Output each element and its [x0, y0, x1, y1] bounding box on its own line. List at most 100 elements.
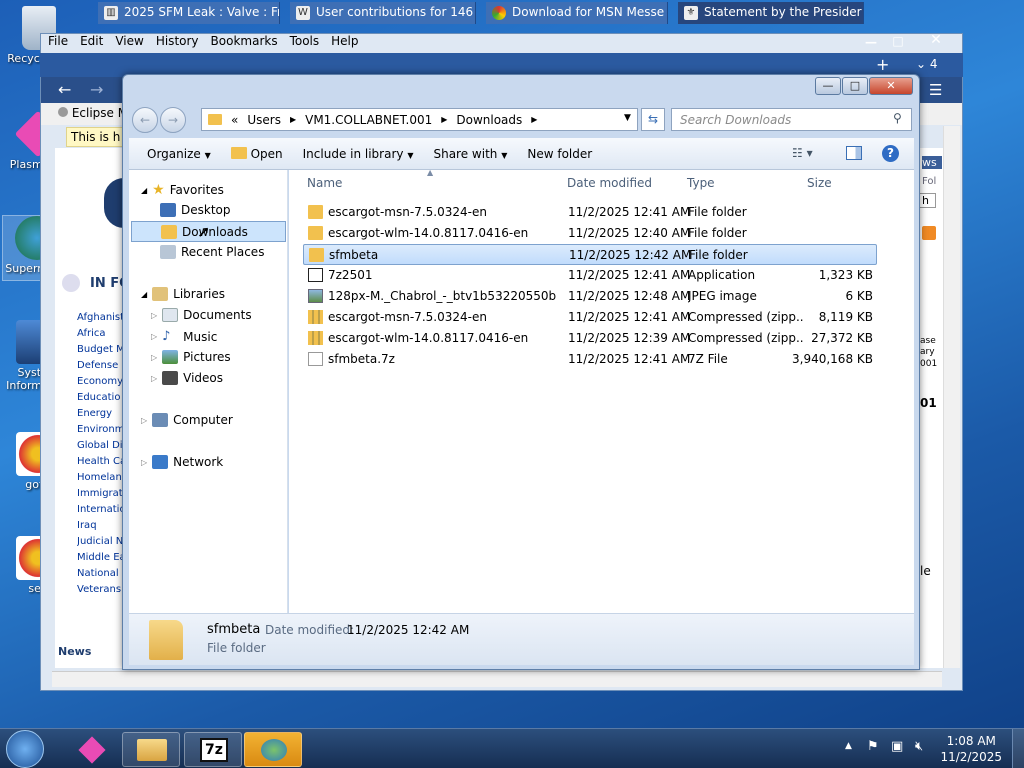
column-header-type[interactable]: Type	[687, 176, 715, 190]
sidebar-link[interactable]: Environm	[77, 424, 123, 435]
share-with-button[interactable]: Share with ▼	[423, 147, 517, 161]
sidebar-link[interactable]: Internatio	[77, 504, 123, 515]
new-tab-button[interactable]: +	[876, 55, 889, 74]
include-in-library-button[interactable]: Include in library ▼	[293, 147, 424, 161]
breadcrumb-vm1[interactable]: VM1.COLLABNET.001	[305, 113, 432, 127]
file-row[interactable]: sfmbeta.7z 11/2/2025 12:41 AM 7Z File 3,940…	[303, 349, 877, 370]
search-input[interactable]: Search Downloads	[671, 108, 912, 131]
forward-button[interactable]: →	[90, 80, 103, 99]
taskbar-plasmafox[interactable]	[62, 732, 120, 767]
browser-minimize-button[interactable]: —	[858, 35, 884, 51]
network-status-icon[interactable]: ▣	[891, 739, 903, 754]
sidebar-link[interactable]: Energy	[77, 408, 123, 419]
close-button[interactable]: ✕	[869, 77, 913, 95]
browser-tab[interactable]: Download for MSN Messe	[486, 2, 668, 24]
sidebar-link[interactable]: Budget M	[77, 344, 123, 355]
file-row[interactable]: escargot-wlm-14.0.8117.0416-en 11/2/2025 …	[303, 328, 877, 349]
system-clock[interactable]: 1:08 AM 11/2/2025	[940, 733, 1002, 765]
rss-icon[interactable]	[922, 226, 936, 240]
menu-help[interactable]: Help	[331, 34, 358, 52]
menu-tools[interactable]: Tools	[290, 34, 320, 52]
file-row[interactable]: escargot-msn-7.5.0324-en 11/2/2025 12:41 …	[303, 202, 877, 223]
help-icon[interactable]: ?	[882, 145, 899, 162]
browser-tab-active[interactable]: ⚜ Statement by the Presider	[678, 2, 864, 24]
taskbar-explorer[interactable]	[122, 732, 180, 767]
start-button[interactable]	[6, 730, 44, 768]
sidebar-link[interactable]: Global Di	[77, 440, 123, 451]
page-horizontal-scrollbar[interactable]	[52, 671, 942, 687]
address-bar[interactable]: « Users ▶ VM1.COLLABNET.001 ▶ Downloads …	[201, 108, 638, 131]
browser-tab[interactable]: ▥ 2025 SFM Leak : Valve : Fre	[98, 2, 280, 24]
sidebar-link[interactable]: Economy	[77, 376, 123, 387]
sidebar-link[interactable]: Educatio	[77, 392, 123, 403]
sidebar-link[interactable]: Veterans	[77, 584, 123, 595]
breadcrumb-users[interactable]: Users	[247, 113, 281, 127]
sidebar-link[interactable]: Defense	[77, 360, 123, 371]
nav-recent-places[interactable]: Recent Places	[160, 245, 264, 259]
file-row[interactable]: escargot-wlm-14.0.8117.0416-en 11/2/2025 …	[303, 223, 877, 244]
nav-videos[interactable]: ▷ Videos	[151, 371, 223, 385]
show-hidden-icons[interactable]: ▲	[845, 741, 852, 751]
sidebar-link[interactable]: Immigrati	[77, 488, 123, 499]
menu-view[interactable]: View	[115, 34, 143, 52]
page-vertical-scrollbar[interactable]	[943, 126, 960, 668]
sidebar-link[interactable]: Health Ca	[77, 456, 123, 467]
sidebar-link[interactable]: Iraq	[77, 520, 123, 531]
column-header-name[interactable]: Name	[307, 176, 342, 190]
nav-pictures[interactable]: ▷ Pictures	[151, 350, 231, 364]
view-options-icon[interactable]: ☷ ▾	[792, 146, 813, 160]
open-button[interactable]: Open	[221, 146, 293, 161]
nav-documents[interactable]: ▷ Documents	[151, 308, 252, 322]
taskbar-messenger[interactable]	[244, 732, 302, 767]
nav-desktop[interactable]: Desktop	[160, 203, 231, 217]
menu-file[interactable]: File	[48, 34, 68, 52]
browser-maximize-button[interactable]: □	[886, 34, 910, 50]
action-center-flag-icon[interactable]: ⚑	[867, 739, 879, 754]
explorer-forward-button[interactable]: →	[160, 107, 186, 133]
hamburger-menu-icon[interactable]: ☰	[929, 81, 942, 99]
refresh-button[interactable]: ⇆	[641, 108, 665, 131]
sidebar-link[interactable]: Africa	[77, 328, 123, 339]
sidebar-link[interactable]: Judicial N	[77, 536, 123, 547]
show-desktop-button[interactable]	[1012, 729, 1024, 768]
volume-muted-icon[interactable]: 🔇︎	[915, 739, 923, 754]
column-header-date[interactable]: Date modified	[567, 176, 652, 190]
preview-pane-icon[interactable]	[846, 146, 862, 160]
sidebar-link[interactable]: National S	[77, 568, 123, 579]
new-folder-button[interactable]: New folder	[517, 147, 602, 161]
breadcrumb-downloads[interactable]: Downloads	[456, 113, 522, 127]
address-dropdown-button[interactable]: ▼	[624, 113, 631, 123]
file-row[interactable]: 7z2501 11/2/2025 12:41 AM Application 1,323…	[303, 265, 877, 286]
file-row[interactable]: 128px-M._Chabrol_-_btv1b53220550b 11/2/20…	[303, 286, 877, 307]
taskbar-7zip[interactable]: 7z	[184, 732, 242, 767]
organize-button[interactable]: Organize ▼	[129, 147, 221, 161]
explorer-back-button[interactable]: ←	[132, 107, 158, 133]
sidebar-link[interactable]: Middle Ea	[77, 552, 123, 563]
menu-edit[interactable]: Edit	[80, 34, 103, 52]
file-row[interactable]: escargot-msn-7.5.0324-en 11/2/2025 12:41 …	[303, 307, 877, 328]
sidebar-link[interactable]: Afghanist	[77, 312, 123, 323]
file-type: JPEG image	[688, 289, 757, 303]
nav-favorites[interactable]: ◢ ★ Favorites	[141, 182, 224, 198]
news-label[interactable]: News	[58, 645, 91, 658]
back-button[interactable]: ←	[58, 80, 71, 99]
plasmafox-icon	[78, 736, 106, 764]
file-row-selected[interactable]: sfmbeta 11/2/2025 12:42 AM File folder	[303, 244, 877, 265]
nav-music[interactable]: ▷ ♪ Music	[151, 329, 217, 344]
nav-network[interactable]: ▷ Network	[141, 455, 223, 469]
nav-computer[interactable]: ▷ Computer	[141, 413, 233, 427]
tab-list-button[interactable]: ⌄ 4	[916, 57, 938, 71]
chevron-right-icon: ▶	[531, 115, 538, 124]
search-icon[interactable]: ⚲	[893, 111, 902, 125]
menu-bookmarks[interactable]: Bookmarks	[211, 34, 278, 52]
explorer-icon	[137, 739, 167, 761]
nav-libraries[interactable]: ◢ Libraries	[141, 287, 225, 301]
bookmark-item[interactable]: Eclipse M	[58, 106, 122, 120]
column-header-size[interactable]: Size	[807, 176, 832, 190]
menu-history[interactable]: History	[156, 34, 199, 52]
maximize-button[interactable]: □	[842, 77, 868, 95]
browser-close-button[interactable]: ✕	[914, 32, 958, 52]
sidebar-link[interactable]: Homeland	[77, 472, 123, 483]
minimize-button[interactable]: —	[815, 77, 841, 95]
browser-tab[interactable]: W User contributions for 146	[290, 2, 476, 24]
